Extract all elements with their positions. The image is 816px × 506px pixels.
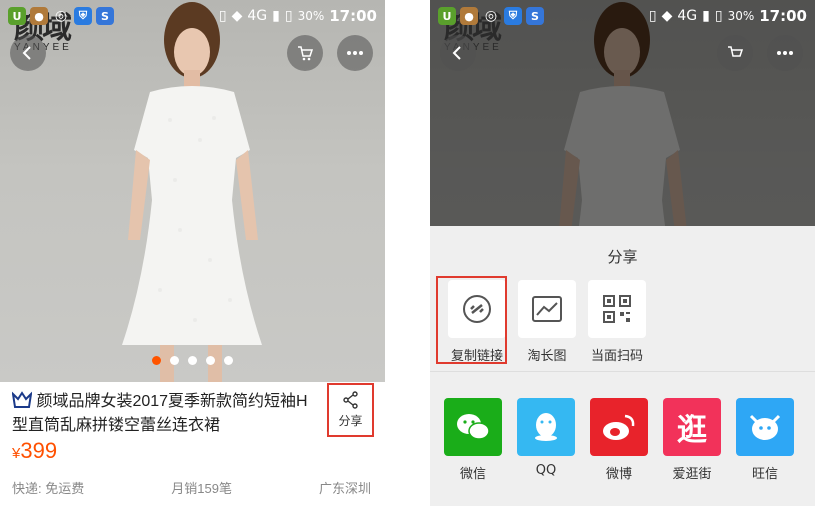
weibo-label: 微博 xyxy=(605,467,632,482)
long-image-label: 淘长图 xyxy=(527,349,567,364)
qq-label: QQ xyxy=(535,463,557,478)
sogou-icon: S xyxy=(96,7,114,25)
highlight-box xyxy=(436,276,507,364)
cart-icon xyxy=(298,46,314,61)
qq-icon xyxy=(535,413,557,441)
back-button xyxy=(440,35,476,71)
store-badge-icon xyxy=(11,391,33,408)
model-image xyxy=(122,2,262,382)
share-aiguangjie-button[interactable]: 逛 爱逛街 xyxy=(659,398,725,482)
wangxin-icon xyxy=(749,414,781,440)
clock: 17:00 xyxy=(329,7,377,25)
carousel-dot[interactable] xyxy=(152,356,161,365)
network-label: 4G xyxy=(677,8,698,24)
uc-icon: U xyxy=(8,7,26,25)
wifi-icon: ◆ xyxy=(661,8,673,24)
ship-location: 广东深圳 xyxy=(318,481,371,496)
share-sheet: 分享 复制链接 淘长图 当面扫码 微信 QQ 微博 逛 爱逛街 旺信 xyxy=(430,226,815,506)
carousel-indicator xyxy=(0,356,385,365)
weibo-icon xyxy=(603,414,635,440)
share-weibo-button[interactable]: 微博 xyxy=(586,398,652,482)
product-title-text: 颜域品牌女装2017夏季新款简约短袖H型直筒乱麻拼镂空蕾丝连衣裙 xyxy=(12,393,308,434)
clock: 17:00 xyxy=(759,7,807,25)
wechat-label: 微信 xyxy=(459,467,486,482)
product-meta: 快递: 免运费 月销159笔 广东深圳 xyxy=(12,478,371,497)
product-photo[interactable] xyxy=(0,0,385,382)
aiguangjie-icon: 逛 xyxy=(677,413,707,448)
monthly-sales: 月销159笔 xyxy=(171,481,232,496)
monkey-icon: ● xyxy=(30,7,48,25)
image-chart-icon xyxy=(532,296,562,322)
more-button[interactable] xyxy=(337,35,373,71)
share-wechat-button[interactable]: 微信 xyxy=(440,398,506,482)
share-screen: 颜域 YANYEE U ● ◎ ⛨ S ▯ ◆ 4G ▮ ▯ 30% 17:00… xyxy=(430,0,815,506)
cart-button xyxy=(717,35,753,71)
carousel-dot[interactable] xyxy=(188,356,197,365)
more-icon xyxy=(777,51,793,55)
cart-icon xyxy=(728,46,744,57)
back-icon xyxy=(452,46,461,60)
shield-icon: ⛨ xyxy=(504,7,522,25)
wangxin-label: 旺信 xyxy=(751,467,778,482)
more-icon xyxy=(347,51,363,55)
qr-scan-label: 当面扫码 xyxy=(590,349,643,364)
share-label: 分享 xyxy=(338,414,363,428)
share-sheet-title: 分享 xyxy=(607,248,638,266)
sogou-icon: S xyxy=(526,7,544,25)
weibo-icon: ◎ xyxy=(484,8,498,24)
carousel-dot[interactable] xyxy=(224,356,233,365)
wifi-icon: ◆ xyxy=(231,8,243,24)
uc-icon: U xyxy=(438,7,456,25)
vibrate-icon: ▯ xyxy=(218,8,227,24)
price-value: 399 xyxy=(20,438,58,463)
carousel-dot[interactable] xyxy=(170,356,179,365)
aiguangjie-label: 爱逛街 xyxy=(672,467,712,482)
share-qq-button[interactable]: QQ xyxy=(513,398,579,478)
battery-icon: ▯ xyxy=(284,8,293,24)
network-label: 4G xyxy=(247,8,268,24)
back-icon xyxy=(22,46,31,60)
more-button xyxy=(767,35,803,71)
product-price: ¥399 xyxy=(12,438,57,464)
share-wangxin-button[interactable]: 旺信 xyxy=(732,398,798,482)
status-bar: U ● ◎ ⛨ S ▯ ◆ 4G ▮ ▯ 30% 17:00 xyxy=(0,0,385,32)
qr-code-icon xyxy=(603,295,631,323)
signal-icon: ▮ xyxy=(702,8,710,24)
vibrate-icon: ▯ xyxy=(648,8,657,24)
monkey-icon: ● xyxy=(460,7,478,25)
product-title: 颜域品牌女装2017夏季新款简约短袖H型直筒乱麻拼镂空蕾丝连衣裙 xyxy=(11,390,317,438)
battery-label: 30% xyxy=(297,9,325,23)
back-button[interactable] xyxy=(10,35,46,71)
product-screen: U ● ◎ ⛨ S ▯ ◆ 4G ▮ ▯ 30% 17:00 颜域 YANYEE xyxy=(0,0,385,506)
battery-label: 30% xyxy=(727,9,755,23)
shield-icon: ⛨ xyxy=(74,7,92,25)
wechat-icon xyxy=(457,414,490,440)
battery-icon: ▯ xyxy=(714,8,723,24)
carousel-dot[interactable] xyxy=(206,356,215,365)
share-icon xyxy=(342,391,358,409)
signal-icon: ▮ xyxy=(272,8,280,24)
status-bar: U ● ◎ ⛨ S ▯ ◆ 4G ▮ ▯ 30% 17:00 xyxy=(430,0,815,32)
qr-scan-button[interactable]: 当面扫码 xyxy=(582,280,652,364)
cart-button[interactable] xyxy=(287,35,323,71)
weibo-icon: ◎ xyxy=(54,8,68,24)
share-button[interactable]: 分享 xyxy=(327,383,374,437)
shipping-info: 快递: 免运费 xyxy=(12,481,85,496)
long-image-button[interactable]: 淘长图 xyxy=(512,280,582,364)
divider xyxy=(430,371,815,372)
